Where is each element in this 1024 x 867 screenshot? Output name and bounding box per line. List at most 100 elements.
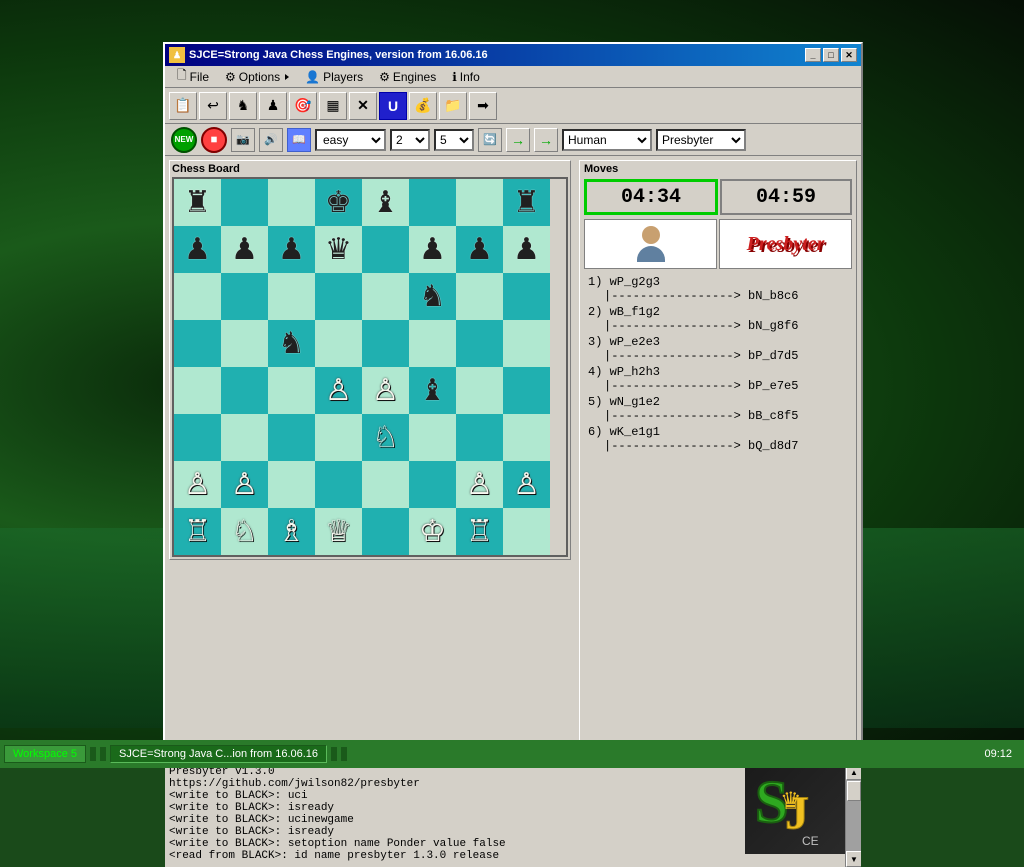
cell-4-2[interactable] — [268, 367, 315, 414]
go-button[interactable]: → — [506, 128, 530, 152]
speaker-button[interactable]: 🔊 — [259, 128, 283, 152]
cell-2-5[interactable]: ♞ — [409, 273, 456, 320]
cell-4-6[interactable] — [456, 367, 503, 414]
cell-5-3[interactable] — [315, 414, 362, 461]
cell-6-1[interactable]: ♙ — [221, 461, 268, 508]
pawn-button[interactable]: ♟ — [259, 92, 287, 120]
cell-0-0[interactable]: ♜ — [174, 179, 221, 226]
cell-7-4[interactable] — [362, 508, 409, 555]
cell-0-2[interactable] — [268, 179, 315, 226]
cell-5-5[interactable] — [409, 414, 456, 461]
cell-1-0[interactable]: ♟ — [174, 226, 221, 273]
cell-1-4[interactable] — [362, 226, 409, 273]
x-button[interactable]: ✕ — [349, 92, 377, 120]
cell-2-4[interactable] — [362, 273, 409, 320]
menu-engines[interactable]: ⚙ Engines — [371, 68, 444, 86]
workspace-label[interactable]: Workspace 5 — [4, 745, 86, 763]
cell-1-2[interactable]: ♟ — [268, 226, 315, 273]
cell-0-4[interactable]: ♝ — [362, 179, 409, 226]
player1-select[interactable]: Human Engine — [562, 129, 652, 151]
engine-scrollbar[interactable]: ▲ ▼ — [845, 764, 861, 867]
save-button[interactable]: 📁 — [439, 92, 467, 120]
menu-file[interactable]: 🗋 File — [169, 64, 217, 89]
knight-button[interactable]: ♞ — [229, 92, 257, 120]
cell-1-3[interactable]: ♛ — [315, 226, 362, 273]
cell-1-6[interactable]: ♟ — [456, 226, 503, 273]
cell-0-6[interactable] — [456, 179, 503, 226]
cell-2-1[interactable] — [221, 273, 268, 320]
menu-options[interactable]: ⚙ Options — [217, 68, 297, 86]
scroll-down-button[interactable]: ▼ — [846, 851, 861, 867]
cell-3-1[interactable] — [221, 320, 268, 367]
coins-button[interactable]: 💰 — [409, 92, 437, 120]
grid-button[interactable]: ▦ — [319, 92, 347, 120]
rotate-button[interactable]: 🔄 — [478, 128, 502, 152]
cell-4-5[interactable]: ♝ — [409, 367, 456, 414]
cell-5-4[interactable]: ♘ — [362, 414, 409, 461]
cell-4-3[interactable]: ♙ — [315, 367, 362, 414]
target-button[interactable]: 🎯 — [289, 92, 317, 120]
cell-5-7[interactable] — [503, 414, 550, 461]
cell-4-0[interactable] — [174, 367, 221, 414]
cell-3-7[interactable] — [503, 320, 550, 367]
cell-5-2[interactable] — [268, 414, 315, 461]
cell-0-3[interactable]: ♚ — [315, 179, 362, 226]
maximize-button[interactable]: □ — [823, 48, 839, 62]
book-button[interactable]: 📖 — [287, 128, 311, 152]
cell-7-2[interactable]: ♗ — [268, 508, 315, 555]
export-button[interactable]: ➡ — [469, 92, 497, 120]
cell-3-2[interactable]: ♞ — [268, 320, 315, 367]
cell-4-1[interactable] — [221, 367, 268, 414]
menu-players[interactable]: 👤 Players — [297, 68, 371, 86]
undo-button[interactable]: ↩ — [199, 92, 227, 120]
scroll-track[interactable] — [846, 780, 861, 851]
cell-3-5[interactable] — [409, 320, 456, 367]
num1-select[interactable]: 2 1 3 4 5 — [390, 129, 430, 151]
cell-2-7[interactable] — [503, 273, 550, 320]
scroll-thumb[interactable] — [847, 781, 861, 801]
cell-7-7[interactable] — [503, 508, 550, 555]
player2-select[interactable]: Presbyter Human Engine — [656, 129, 746, 151]
u-button[interactable]: U — [379, 92, 407, 120]
cell-3-4[interactable] — [362, 320, 409, 367]
cell-7-6[interactable]: ♖ — [456, 508, 503, 555]
cell-5-0[interactable] — [174, 414, 221, 461]
cell-3-6[interactable] — [456, 320, 503, 367]
cell-0-5[interactable] — [409, 179, 456, 226]
cell-6-4[interactable] — [362, 461, 409, 508]
cell-5-1[interactable] — [221, 414, 268, 461]
taskbar-app-item[interactable]: SJCE=Strong Java C...ion from 16.06.16 — [110, 745, 327, 763]
cell-6-2[interactable] — [268, 461, 315, 508]
stop-button[interactable]: ⏹ — [201, 127, 227, 153]
cell-1-1[interactable]: ♟ — [221, 226, 268, 273]
minimize-button[interactable]: _ — [805, 48, 821, 62]
cell-2-0[interactable] — [174, 273, 221, 320]
cell-7-0[interactable]: ♖ — [174, 508, 221, 555]
cell-6-5[interactable] — [409, 461, 456, 508]
cell-0-1[interactable] — [221, 179, 268, 226]
close-button[interactable]: ✕ — [841, 48, 857, 62]
cell-1-5[interactable]: ♟ — [409, 226, 456, 273]
cell-3-3[interactable] — [315, 320, 362, 367]
cell-7-5[interactable]: ♔ — [409, 508, 456, 555]
cell-2-3[interactable] — [315, 273, 362, 320]
cell-2-2[interactable] — [268, 273, 315, 320]
chess-board[interactable]: ♜♚♝♜♟♟♟♛♟♟♟♞♞♙♙♝♘♙♙♙♙♖♘♗♕♔♖ — [172, 177, 568, 557]
cell-1-7[interactable]: ♟ — [503, 226, 550, 273]
cell-2-6[interactable] — [456, 273, 503, 320]
log-button[interactable]: 📋 — [169, 92, 197, 120]
cell-4-4[interactable]: ♙ — [362, 367, 409, 414]
menu-info[interactable]: ℹ Info — [444, 68, 488, 86]
new-game-button[interactable]: NEW — [171, 127, 197, 153]
cell-5-6[interactable] — [456, 414, 503, 461]
cell-7-1[interactable]: ♘ — [221, 508, 268, 555]
cell-7-3[interactable]: ♕ — [315, 508, 362, 555]
cell-4-7[interactable] — [503, 367, 550, 414]
cell-3-0[interactable] — [174, 320, 221, 367]
num2-select[interactable]: 5 1 2 3 4 — [434, 129, 474, 151]
cell-6-3[interactable] — [315, 461, 362, 508]
difficulty-select[interactable]: easymediumhard — [315, 129, 386, 151]
cell-6-6[interactable]: ♙ — [456, 461, 503, 508]
board-view-button[interactable]: 📷 — [231, 128, 255, 152]
fast-go-button[interactable]: → — [534, 128, 558, 152]
